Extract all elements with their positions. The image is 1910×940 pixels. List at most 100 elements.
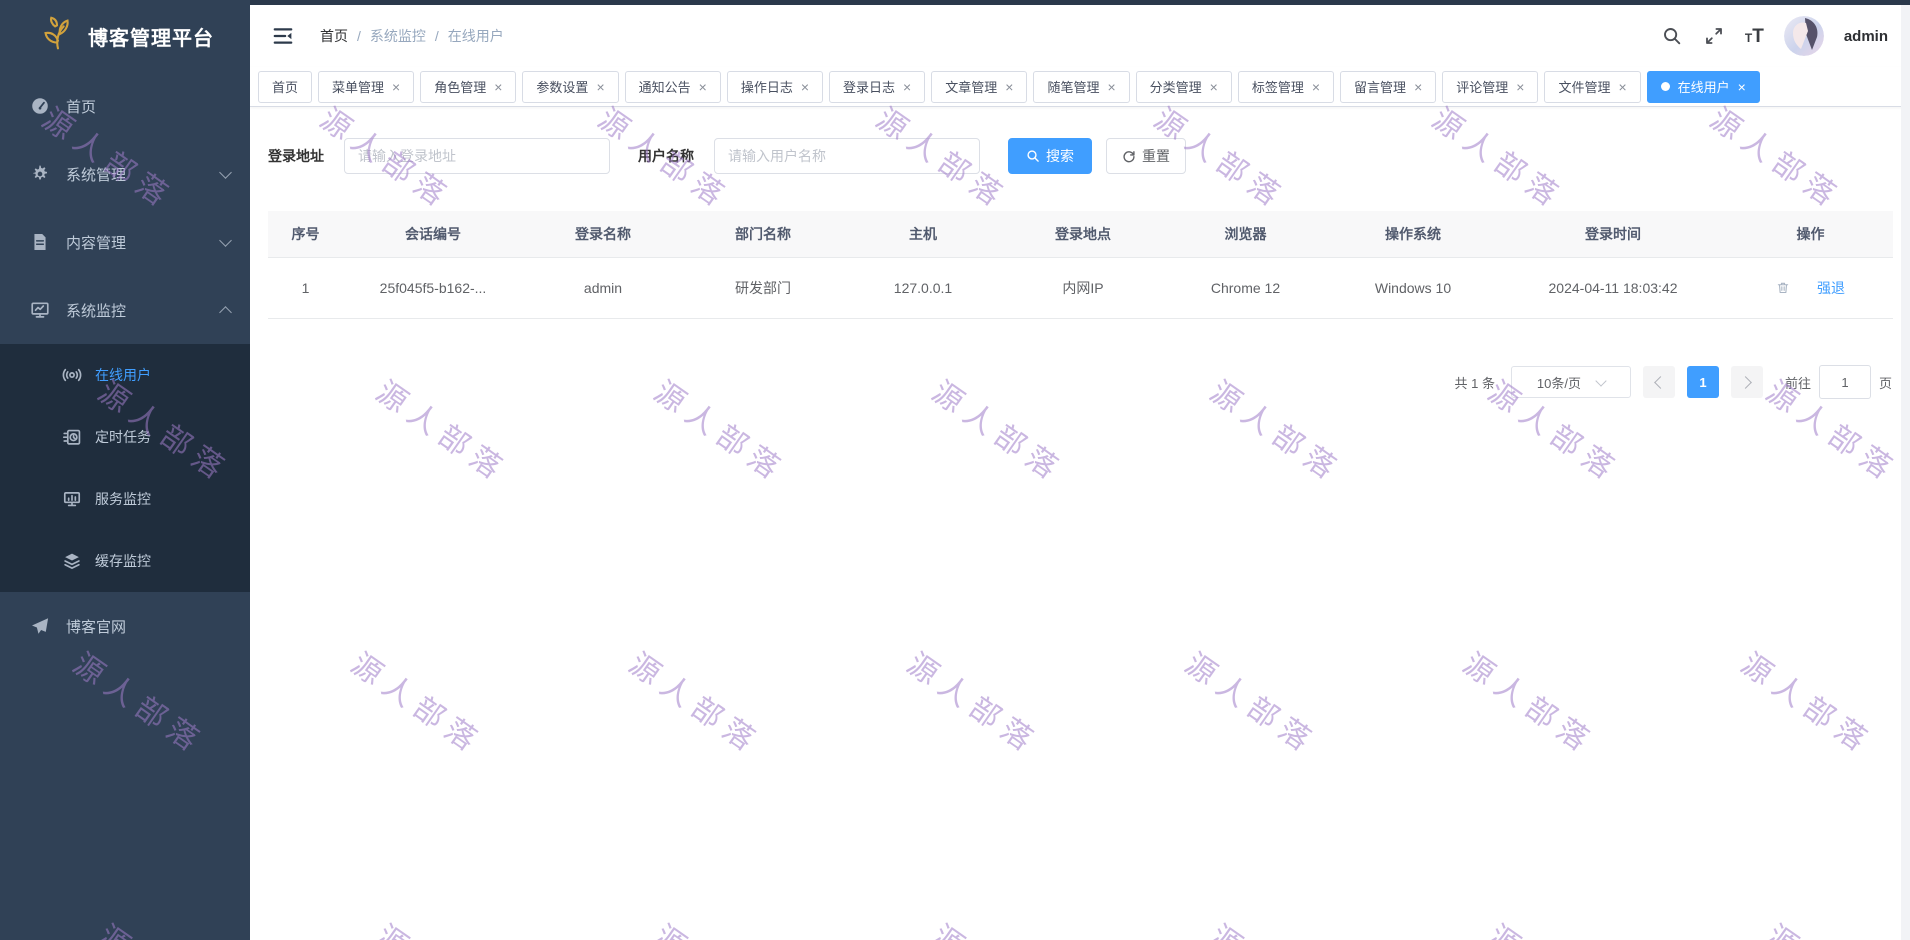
search-button-label: 搜索 <box>1046 148 1074 164</box>
sidebar-item-system-manage[interactable]: 系统管理 <box>0 140 250 208</box>
close-icon[interactable]: × <box>392 80 400 94</box>
tab-label: 文件管理 <box>1558 80 1611 95</box>
tab-label: 参数设置 <box>536 80 589 95</box>
close-icon[interactable]: × <box>1312 80 1320 94</box>
tab-item[interactable]: 随笔管理 × <box>1033 70 1130 103</box>
avatar[interactable] <box>1783 16 1824 56</box>
username[interactable]: admin <box>1844 28 1888 45</box>
breadcrumb-item: 在线用户 <box>447 28 504 44</box>
tab-item[interactable]: 菜单管理 × <box>318 70 415 103</box>
table-header-cell: 登录地点 <box>1003 211 1163 258</box>
scrollbar-track[interactable] <box>1901 5 1910 940</box>
pagination: 共 1 条 10条/页 1 前往 页 <box>268 365 1892 399</box>
sidebar-item-server-monitor[interactable]: 服务监控 <box>0 468 250 530</box>
online-users-icon <box>62 365 82 385</box>
app-title: 博客管理平台 <box>88 27 214 50</box>
cache-icon <box>62 551 82 571</box>
prev-page-button[interactable] <box>1642 366 1675 398</box>
reset-button[interactable]: 重置 <box>1106 138 1186 174</box>
table-header-row: 序号 会话编号 登录名称 部门名称 主机 登录地点 浏览器 操作系统 登录时间 操作 <box>268 211 1893 258</box>
content: 登录地址 用户名称 搜索 重置 序号会话编号登录名称部门名称主机登录地点浏览器 <box>250 137 1910 399</box>
breadcrumb-item: 系统监控 <box>369 28 426 44</box>
breadcrumb-separator: / <box>357 28 361 44</box>
force-logout-button[interactable]: 强退 <box>1776 278 1845 298</box>
force-logout-label: 强退 <box>1817 280 1845 296</box>
sidebar-item-label: 定时任务 <box>95 429 151 445</box>
table-cell: Windows 10 <box>1328 257 1498 319</box>
chevron-up-icon <box>219 306 232 319</box>
main-area: 首页 / 系统监控 / 在线用户 TT admin 首页 菜单管理 × 角色管理… <box>250 5 1910 940</box>
app-logo: 博客管理平台 <box>0 0 250 72</box>
table-cell: 25f045f5-b162-... <box>343 257 523 319</box>
close-icon[interactable]: × <box>1210 80 1218 94</box>
next-page-button[interactable] <box>1730 366 1763 398</box>
tab-item[interactable]: 首页 <box>258 70 313 103</box>
tab-item[interactable]: 在线用户 × <box>1646 70 1760 103</box>
sidebar-item-system-monitor[interactable]: 系统监控 <box>0 276 250 344</box>
sidebar-submenu-system-monitor: 在线用户定时任务服务监控缓存监控 <box>0 344 250 592</box>
sidebar-item-online-users[interactable]: 在线用户 <box>0 344 250 406</box>
pagination-total: 共 1 条 <box>1454 375 1495 391</box>
close-icon[interactable]: × <box>699 80 707 94</box>
page-size-select[interactable]: 10条/页 <box>1510 366 1631 398</box>
close-icon[interactable]: × <box>1005 80 1013 94</box>
tab-label: 操作日志 <box>740 80 793 95</box>
close-icon[interactable]: × <box>801 80 809 94</box>
tab-item[interactable]: 参数设置 × <box>522 70 619 103</box>
close-icon[interactable]: × <box>1738 80 1746 94</box>
tab-label: 首页 <box>272 80 299 95</box>
sidebar-item-home[interactable]: 首页 <box>0 72 250 140</box>
chevron-down-icon <box>219 165 232 179</box>
close-icon[interactable]: × <box>596 80 604 94</box>
login-address-input[interactable] <box>344 138 610 174</box>
fullscreen-icon[interactable] <box>1703 25 1725 47</box>
sidebar-collapse-icon[interactable] <box>272 24 296 48</box>
table-action-cell: 强退 <box>1728 257 1893 319</box>
search-icon[interactable] <box>1661 25 1683 47</box>
breadcrumb-item[interactable]: 首页 <box>320 26 348 46</box>
close-icon[interactable]: × <box>1516 80 1524 94</box>
tab-item[interactable]: 文件管理 × <box>1544 70 1641 103</box>
goto-page-input[interactable] <box>1818 365 1871 399</box>
search-button[interactable]: 搜索 <box>1008 138 1092 174</box>
tab-item[interactable]: 分类管理 × <box>1135 70 1232 103</box>
tab-item[interactable]: 标签管理 × <box>1237 70 1335 103</box>
close-icon[interactable]: × <box>1107 80 1115 94</box>
close-icon[interactable]: × <box>1618 80 1626 94</box>
font-size-icon[interactable]: TT <box>1745 27 1764 46</box>
sidebar-item-cache-monitor[interactable]: 缓存监控 <box>0 530 250 592</box>
user-name-input[interactable] <box>714 138 980 174</box>
sidebar-item-label: 在线用户 <box>95 367 151 383</box>
user-name-label: 用户名称 <box>638 148 694 164</box>
chevron-right-icon <box>1739 375 1752 389</box>
tab-item[interactable]: 评论管理 × <box>1442 70 1539 103</box>
goto-page: 前往 页 <box>1785 365 1892 399</box>
table-header-cell: 浏览器 <box>1163 211 1328 258</box>
search-form: 登录地址 用户名称 搜索 重置 <box>268 137 1892 175</box>
tab-item[interactable]: 登录日志 × <box>829 70 926 103</box>
tab-label: 随笔管理 <box>1047 80 1100 95</box>
gear-icon <box>30 164 50 184</box>
tab-label: 在线用户 <box>1677 80 1730 95</box>
tab-item[interactable]: 通知公告 × <box>624 70 721 103</box>
tab-label: 分类管理 <box>1149 80 1202 95</box>
dashboard-icon <box>30 96 50 116</box>
tab-item[interactable]: 角色管理 × <box>420 70 517 103</box>
sidebar-item-label: 系统管理 <box>66 166 127 184</box>
document-icon <box>30 232 50 252</box>
sidebar-item-label: 服务监控 <box>95 491 151 507</box>
tab-item[interactable]: 留言管理 × <box>1340 70 1437 103</box>
close-icon[interactable]: × <box>1414 80 1422 94</box>
sidebar-item-content-manage[interactable]: 内容管理 <box>0 208 250 276</box>
page-number-button[interactable]: 1 <box>1686 366 1719 398</box>
trash-icon <box>1776 278 1796 298</box>
table-cell: 127.0.0.1 <box>843 257 1003 319</box>
sidebar-item-scheduled-jobs[interactable]: 定时任务 <box>0 406 250 468</box>
table-cell: 2024-04-11 18:03:42 <box>1498 257 1728 319</box>
tab-item[interactable]: 操作日志 × <box>726 70 824 103</box>
close-icon[interactable]: × <box>494 80 502 94</box>
sidebar-item-blog-site[interactable]: 博客官网 <box>0 592 250 660</box>
close-icon[interactable]: × <box>903 80 911 94</box>
goto-label: 前往 <box>1784 375 1811 391</box>
tab-item[interactable]: 文章管理 × <box>931 70 1028 103</box>
